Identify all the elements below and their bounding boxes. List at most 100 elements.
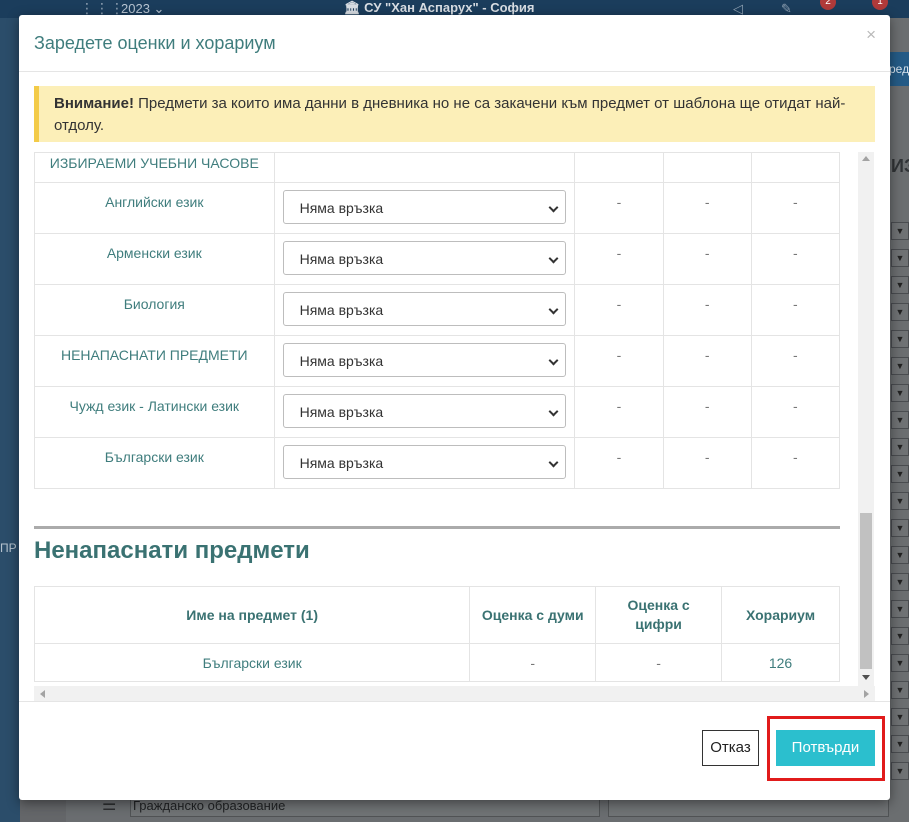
background-dropdown-icon: ▼ <box>891 573 909 591</box>
background-dropdown-icon: ▼ <box>891 357 909 375</box>
background-dropdown-icon: ▼ <box>891 681 909 699</box>
mapping-select-value: Няма връзка <box>299 353 384 369</box>
grade-digits-cell: - <box>662 335 752 387</box>
chevron-down-icon <box>548 253 559 264</box>
table-header-row: Име на предмет (1) Оценка с думи Оценка … <box>34 586 840 644</box>
notification-badge: 2 <box>820 0 836 10</box>
background-dropdown-icon: ▼ <box>891 384 909 402</box>
chevron-down-icon <box>548 406 559 417</box>
alert-text: Предмети за които има данни в дневника н… <box>54 95 846 134</box>
hours-cell: - <box>750 335 841 387</box>
hours-cell: - <box>750 233 841 285</box>
subject-name: Арменски език <box>34 233 275 285</box>
cancel-button[interactable]: Отказ <box>702 730 759 766</box>
grade-words-cell: - <box>574 386 664 438</box>
vertical-scrollbar[interactable] <box>858 152 874 688</box>
background-dropdown-icon: ▼ <box>891 654 909 672</box>
year-label: 2023 <box>121 1 150 16</box>
mapping-cell: Няма връзка <box>273 437 576 489</box>
grade-cell <box>662 152 752 183</box>
horizontal-scrollbar[interactable] <box>34 686 875 702</box>
warning-alert: Внимание! Предмети за които има данни в … <box>34 86 875 142</box>
scroll-right-icon[interactable] <box>864 690 869 698</box>
background-sidebar: ПР <box>0 18 20 822</box>
background-select-field <box>608 797 889 817</box>
mapping-select[interactable]: Няма връзка <box>282 394 566 428</box>
mapping-select-value: Няма връзка <box>299 455 384 471</box>
grade-cell <box>750 152 841 183</box>
background-subject-field: Гражданско образование <box>130 797 600 817</box>
grade-digits-cell: - <box>662 437 752 489</box>
mapping-select-value: Няма връзка <box>299 302 384 318</box>
hours-cell: - <box>750 182 841 234</box>
mapping-select[interactable]: Няма връзка <box>282 343 566 377</box>
column-header-hours: Хорариум <box>721 586 840 644</box>
grade-digits-cell: - <box>662 386 752 438</box>
grade-digits-cell: - <box>662 284 752 336</box>
chevron-down-icon <box>548 304 559 315</box>
scrollbar-thumb[interactable] <box>860 513 872 669</box>
grade-digits-cell: - <box>662 182 752 234</box>
grade-words-cell: - <box>574 437 664 489</box>
background-dropdown-icon: ▼ <box>891 627 909 645</box>
subject-name: НЕНАПАСНАТИ ПРЕДМЕТИ <box>34 335 275 387</box>
column-header-grade-digits: Оценка с цифри <box>595 586 723 644</box>
subject-name: Биология <box>34 284 275 336</box>
scroll-down-icon[interactable] <box>862 675 870 680</box>
background-dropdown-icon: ▼ <box>891 438 909 456</box>
grade-words-cell: - <box>574 335 664 387</box>
grade-words-cell: - <box>574 233 664 285</box>
hours-cell: - <box>750 386 841 438</box>
modal-title: Заредете оценки и хорариум <box>34 33 276 53</box>
modal-scroll-area[interactable]: ИЗБИРАЕМИ УЧЕБНИ ЧАСОВЕ Английски език Н… <box>34 152 875 688</box>
school-name: 🏛 СУ "Хан Аспарух" - София <box>344 0 535 15</box>
unmatched-subject-name: Български език <box>34 643 471 682</box>
school-label: СУ "Хан Аспарух" - София <box>364 0 535 15</box>
table-row: НЕНАПАСНАТИ ПРЕДМЕТИ Няма връзка - - - <box>34 335 841 387</box>
scroll-up-icon[interactable] <box>862 156 870 161</box>
mapping-select[interactable]: Няма връзка <box>282 292 566 326</box>
close-icon[interactable]: × <box>866 25 876 45</box>
background-dropdown-icon: ▼ <box>891 303 909 321</box>
table-row: Биология Няма връзка - - - <box>34 284 841 336</box>
mapping-cell: Няма връзка <box>273 233 576 285</box>
mapping-select[interactable]: Няма връзка <box>282 445 566 479</box>
confirm-button[interactable]: Потвърди <box>776 730 875 766</box>
mapping-select[interactable]: Няма връзка <box>282 241 566 275</box>
table-row: ИЗБИРАЕМИ УЧЕБНИ ЧАСОВЕ <box>34 152 841 183</box>
column-header-grade-words: Оценка с думи <box>469 586 597 644</box>
table-row: Арменски език Няма връзка - - - <box>34 233 841 285</box>
subject-name: Чужд език - Латински език <box>34 386 275 438</box>
column-header-subject: Име на предмет (1) <box>34 586 471 644</box>
background-dropdown-icon: ▼ <box>891 276 909 294</box>
mapping-cell: Няма връзка <box>273 335 576 387</box>
grade-cell <box>574 152 664 183</box>
mapping-cell <box>273 152 576 183</box>
background-right-panel: ред ИЗ ▼ ▼ ▼ ▼ ▼ ▼ ▼ ▼ ▼ ▼ ▼ ▼ ▼ ▼ ▼ ▼ ▼… <box>889 18 909 822</box>
mapping-select-value: Няма връзка <box>299 200 384 216</box>
mapping-cell: Няма връзка <box>273 386 576 438</box>
mapping-select-value: Няма връзка <box>299 404 384 420</box>
chevron-down-icon <box>548 457 559 468</box>
sidebar-partial-text: ПР <box>0 541 17 555</box>
background-dropdown-icon: ▼ <box>891 519 909 537</box>
table-row: Български език - - 126 <box>34 643 840 682</box>
background-dropdown-icon: ▼ <box>891 735 909 753</box>
subject-name: ИЗБИРАЕМИ УЧЕБНИ ЧАСОВЕ <box>34 152 275 183</box>
unmatched-grade-words: - <box>469 643 597 682</box>
background-heading: ИЗ <box>891 156 909 176</box>
message-badge: 1 <box>872 0 888 10</box>
alert-bold-label: Внимание! <box>54 95 134 112</box>
table-row: Чужд език - Латински език Няма връзка - … <box>34 386 841 438</box>
background-dropdown-icon: ▼ <box>891 546 909 564</box>
background-dropdown-icon: ▼ <box>891 708 909 726</box>
table-row: Английски език Няма връзка - - - <box>34 182 841 234</box>
subject-mapping-table: ИЗБИРАЕМИ УЧЕБНИ ЧАСОВЕ Английски език Н… <box>34 152 841 489</box>
chevron-down-icon <box>548 202 559 213</box>
table-row: Български език Няма връзка - - - <box>34 437 841 489</box>
background-dropdown-icon: ▼ <box>891 600 909 618</box>
background-dropdown-icon: ▼ <box>891 249 909 267</box>
grade-digits-cell: - <box>662 233 752 285</box>
scroll-left-icon[interactable] <box>40 690 45 698</box>
mapping-select[interactable]: Няма връзка <box>282 190 566 224</box>
